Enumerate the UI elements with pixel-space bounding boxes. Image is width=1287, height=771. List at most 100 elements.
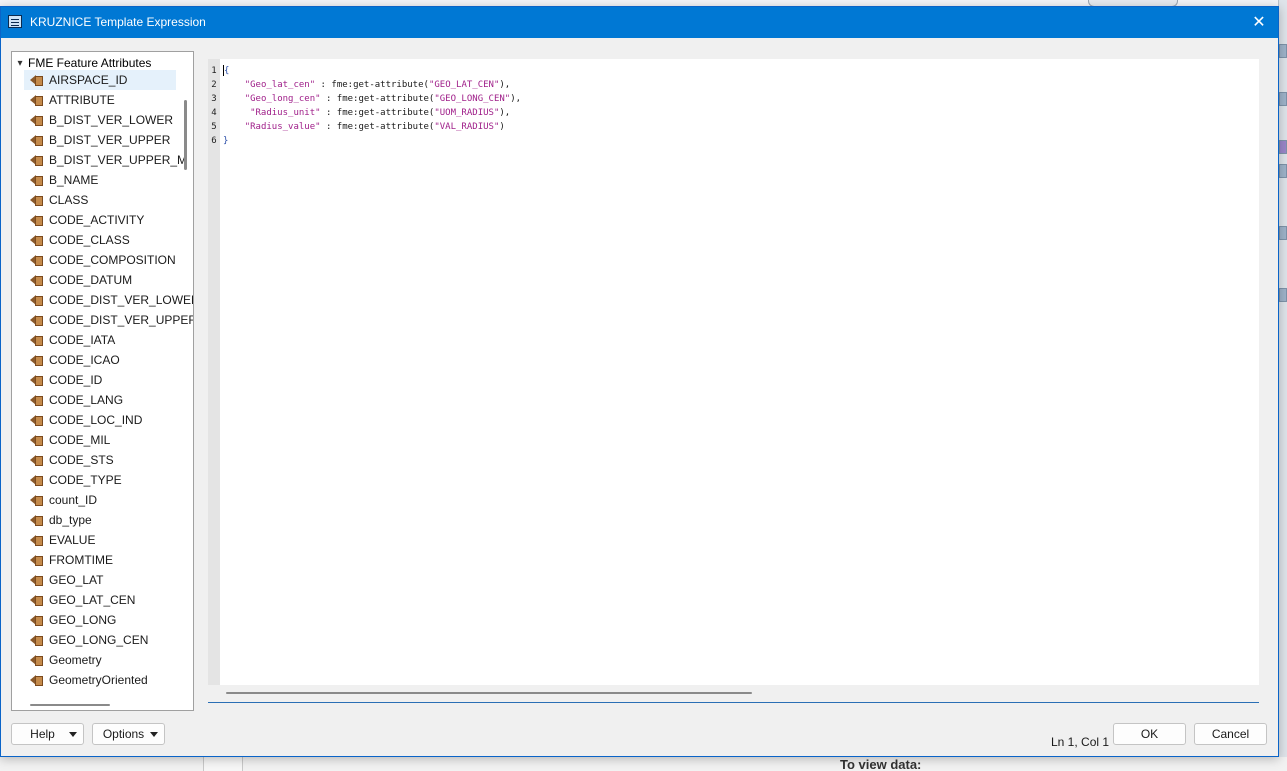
tree-item[interactable]: GeometryOriented — [24, 670, 176, 690]
attribute-arrow-icon — [30, 454, 43, 466]
code-line[interactable]: 4 "Radius_unit" : fme:get-attribute("UOM… — [208, 106, 1248, 120]
tree-item[interactable]: CODE_ID — [24, 370, 176, 390]
editor-horizontal-scrollbar[interactable] — [208, 685, 1259, 702]
attribute-arrow-icon — [30, 534, 43, 546]
line-number: 6 — [211, 136, 217, 146]
options-button[interactable]: Options — [92, 723, 165, 745]
tree-item[interactable]: CODE_DIST_VER_LOWER — [24, 290, 193, 310]
ok-button-label: OK — [1140, 727, 1159, 741]
code-line[interactable]: 2 "Geo_lat_cen" : fme:get-attribute("GEO… — [208, 78, 1248, 92]
tree-item[interactable]: FROMTIME — [24, 550, 176, 570]
tree-horizontal-scrollbar[interactable] — [30, 704, 110, 706]
tree-item[interactable]: GEO_LAT_CEN — [24, 590, 176, 610]
line-number-gutter — [208, 59, 220, 685]
tree-item[interactable]: CODE_TYPE — [24, 470, 176, 490]
string-token: "Geo_long_cen" — [244, 94, 321, 104]
tree-item[interactable]: CODE_STS — [24, 450, 176, 470]
tree-item[interactable]: CLASS — [24, 190, 176, 210]
attribute-arrow-icon — [30, 334, 43, 346]
tree-item-label: ATTRIBUTE — [49, 93, 115, 107]
window-menu-icon[interactable] — [8, 15, 22, 28]
tree-item-label: GEO_LAT — [49, 573, 104, 587]
tree-item-label: B_NAME — [49, 173, 99, 187]
attribute-arrow-icon — [30, 174, 43, 186]
code-line[interactable]: 6} — [208, 134, 1248, 148]
tree-item[interactable]: CODE_DIST_VER_UPPER — [24, 310, 193, 330]
tree-item[interactable]: CODE_CLASS — [24, 230, 176, 250]
tree-item[interactable]: B_DIST_VER_UPPER_M — [24, 150, 187, 170]
cancel-button[interactable]: Cancel — [1194, 723, 1267, 745]
attribute-arrow-icon — [30, 194, 43, 206]
help-button-label: Help — [30, 727, 55, 741]
background-tab — [1279, 164, 1287, 178]
attribute-arrow-icon — [30, 414, 43, 426]
tree-item[interactable]: AIRSPACE_ID — [24, 70, 176, 90]
code-area[interactable]: 1{2 "Geo_lat_cen" : fme:get-attribute("G… — [208, 64, 1248, 148]
attribute-arrow-icon — [30, 394, 43, 406]
attribute-arrow-icon — [30, 634, 43, 646]
tree-item[interactable]: EVALUE — [24, 530, 176, 550]
background-panel — [203, 757, 243, 771]
code-line[interactable]: 1{ — [208, 64, 1248, 78]
attribute-arrow-icon — [30, 614, 43, 626]
tree-item[interactable]: CODE_IATA — [24, 330, 176, 350]
tree-item[interactable]: CODE_ICAO — [24, 350, 176, 370]
code-line[interactable]: 3 "Geo_long_cen" : fme:get-attribute("GE… — [208, 92, 1248, 106]
tree-item[interactable]: ATTRIBUTE — [24, 90, 176, 110]
tree-item[interactable]: db_type — [24, 510, 176, 530]
window-title: KRUZNICE Template Expression — [30, 15, 206, 29]
help-button[interactable]: Help — [11, 723, 84, 745]
template-expression-dialog: KRUZNICE Template Expression ✕ ▾ FME Fea… — [0, 6, 1279, 757]
chevron-down-icon[interactable]: ▾ — [12, 58, 28, 69]
close-icon[interactable]: ✕ — [1248, 12, 1270, 32]
tree-item[interactable]: count_ID — [24, 490, 176, 510]
tree-item[interactable]: GEO_LAT — [24, 570, 176, 590]
attribute-arrow-icon — [30, 114, 43, 126]
tree-item-label: FROMTIME — [49, 553, 113, 567]
tree-vertical-scrollbar[interactable] — [184, 100, 187, 170]
tree-item-label: CODE_MIL — [49, 433, 111, 447]
attribute-arrow-icon — [30, 354, 43, 366]
tree-item-label: CODE_DIST_VER_LOWER — [49, 293, 194, 307]
code-token: ) — [499, 122, 505, 132]
background-tab — [1279, 44, 1287, 58]
background-bottom-bar: To view data: — [0, 757, 1287, 771]
attribute-arrow-icon — [30, 294, 43, 306]
tree-item[interactable]: CODE_ACTIVITY — [24, 210, 176, 230]
tree-item-label: B_DIST_VER_UPPER_M — [49, 153, 188, 167]
tree-item[interactable]: B_DIST_VER_LOWER — [24, 110, 176, 130]
tree-item[interactable]: CODE_COMPOSITION — [24, 250, 176, 270]
tree-item[interactable]: Geometry — [24, 650, 176, 670]
tree-item[interactable]: CODE_MIL — [24, 430, 176, 450]
line-number: 2 — [211, 80, 217, 90]
code-line[interactable]: 5 "Radius_value" : fme:get-attribute("VA… — [208, 120, 1248, 134]
line-number: 1 — [211, 66, 217, 76]
tree-item[interactable]: CODE_LANG — [24, 390, 176, 410]
code-token: ), — [499, 108, 511, 118]
tree-item[interactable]: GEO_LONG — [24, 610, 176, 630]
background-hint: To view data: — [840, 757, 922, 771]
code-text: "Radius_unit" : fme:get-attribute("UOM_R… — [220, 106, 510, 120]
attribute-arrow-icon — [30, 134, 43, 146]
code-token: { — [224, 66, 230, 76]
title-bar[interactable]: KRUZNICE Template Expression ✕ — [1, 7, 1278, 38]
expression-editor[interactable]: 1{2 "Geo_lat_cen" : fme:get-attribute("G… — [208, 59, 1259, 703]
tree-item-label: CODE_DATUM — [49, 273, 133, 287]
tree-item[interactable]: CODE_DATUM — [24, 270, 176, 290]
tree-item-label: Geometry — [49, 653, 102, 667]
attribute-arrow-icon — [30, 514, 43, 526]
ok-button[interactable]: OK — [1113, 723, 1186, 745]
line-number: 4 — [211, 108, 217, 118]
tree-item-label: CODE_COMPOSITION — [49, 253, 176, 267]
editor-scroll-thumb[interactable] — [226, 692, 752, 694]
tree-item[interactable]: B_DIST_VER_UPPER — [24, 130, 176, 150]
cancel-button-label: Cancel — [1211, 727, 1250, 741]
tree-item[interactable]: B_NAME — [24, 170, 176, 190]
options-button-label: Options — [102, 727, 145, 741]
tree-item[interactable]: CODE_LOC_IND — [24, 410, 176, 430]
tree-item[interactable]: GEO_LONG_CEN — [24, 630, 176, 650]
tree-item-label: B_DIST_VER_UPPER — [49, 133, 171, 147]
